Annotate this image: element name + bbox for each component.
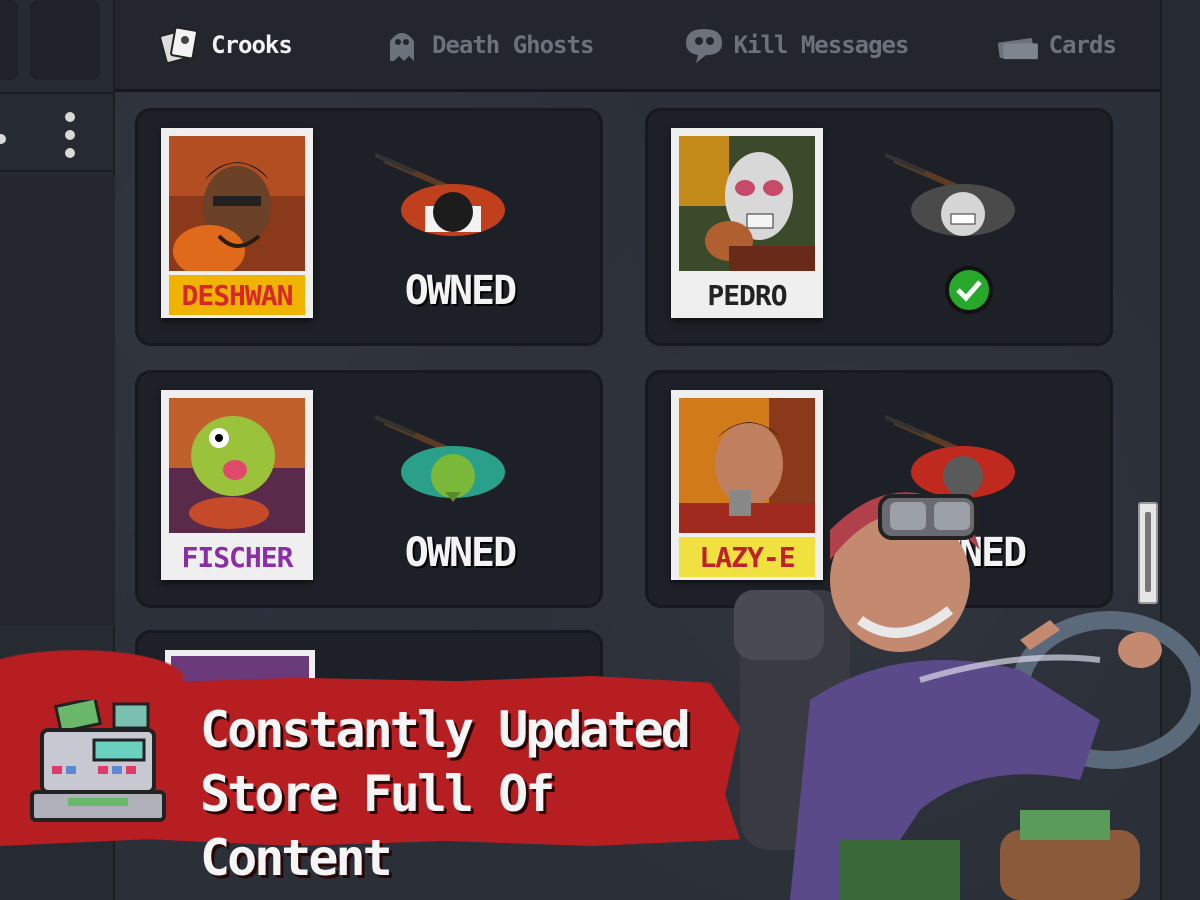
crook-topdown-sprite — [375, 415, 505, 502]
cards-stack-icon — [159, 26, 199, 64]
crook-name: PEDRO — [707, 278, 787, 312]
sidebar-panel — [0, 176, 115, 626]
sidebar-block — [0, 0, 18, 80]
crook-name-tag: PEDRO — [679, 275, 815, 315]
tab-label: Death Ghosts — [432, 30, 594, 59]
crook-topdown-sprite — [885, 153, 1015, 236]
cash-register-icon — [30, 700, 166, 822]
banner-line-2: Store Full Of Content — [200, 765, 555, 887]
tab-crooks[interactable]: Crooks — [159, 25, 293, 65]
pedro-portrait-art — [679, 136, 815, 271]
crook-card-pedro[interactable]: PEDRO — [645, 108, 1113, 346]
tab-death-ghosts[interactable]: Death Ghosts — [380, 25, 594, 65]
indicator-dot — [0, 134, 6, 144]
crook-portrait: DESHWAN — [161, 128, 313, 318]
tab-label: Crooks — [211, 30, 293, 59]
owned-label: OWNED — [404, 530, 517, 576]
store-tabs: Crooks Death Ghosts Kill Messages Cards — [115, 0, 1160, 92]
skull-bubble-icon — [685, 28, 722, 63]
tab-cards[interactable]: Cards — [997, 25, 1117, 65]
owned-label: OWNED — [404, 268, 517, 314]
equipped-check-icon — [945, 266, 993, 314]
tab-label: Cards — [1048, 30, 1117, 59]
driver-character-illustration — [734, 492, 1200, 900]
tab-kill-messages[interactable]: Kill Messages — [682, 25, 909, 65]
crook-card-fischer[interactable]: FISCHER OWNED — [135, 370, 603, 608]
fischer-portrait-art — [169, 398, 305, 533]
crook-name-tag: FISCHER — [169, 537, 305, 577]
crook-name: DESHWAN — [181, 278, 293, 312]
ghost-icon — [390, 32, 414, 61]
sidebar-menu-row — [0, 92, 115, 172]
more-options-icon[interactable] — [62, 112, 78, 158]
sidebar-block — [30, 0, 100, 80]
deshwan-portrait-art — [169, 136, 305, 277]
banner-text: Constantly Updated Store Full Of Content — [200, 698, 720, 890]
crook-name: FISCHER — [181, 540, 293, 574]
crook-name-tag: DESHWAN — [169, 275, 305, 315]
tab-label: Kill Messages — [733, 30, 910, 59]
crook-topdown-sprite — [375, 153, 505, 236]
crook-portrait: PEDRO — [671, 128, 823, 318]
banner-line-1: Constantly Updated — [200, 701, 691, 759]
crook-card-deshwan[interactable]: DESHWAN OWNED — [135, 108, 603, 346]
crook-portrait: FISCHER — [161, 390, 313, 580]
card-icon — [997, 37, 1038, 59]
